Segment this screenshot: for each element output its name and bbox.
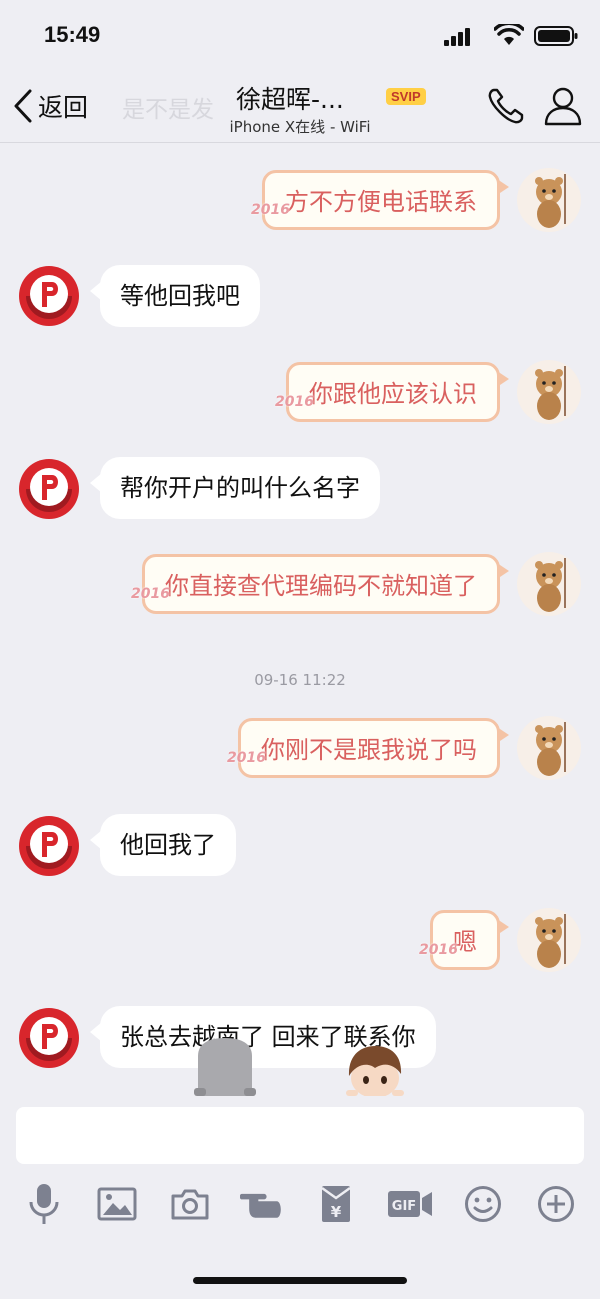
message-outgoing[interactable]: 方不方便电话联系 2016	[251, 170, 509, 230]
message-text: 方不方便电话联系	[285, 188, 477, 216]
contact-name[interactable]: 徐超晖-...	[236, 80, 344, 116]
signal-icon	[444, 28, 470, 46]
status-bar: 15:49	[0, 0, 600, 70]
message-incoming[interactable]: 他回我了	[90, 814, 236, 876]
message-timestamp: 09-16 11:22	[254, 671, 346, 689]
message-outgoing[interactable]: 嗯 2016	[419, 910, 509, 970]
camera-button[interactable]	[168, 1180, 212, 1228]
poke-hand-icon	[240, 1193, 281, 1218]
plus-icon	[538, 1186, 574, 1222]
voice-button[interactable]	[22, 1180, 66, 1228]
message-incoming[interactable]: 帮你开户的叫什么名字	[90, 457, 380, 519]
photo-button[interactable]	[95, 1180, 139, 1228]
my-avatar[interactable]	[517, 552, 581, 616]
bubble-decoration-text: 2016	[275, 394, 314, 410]
message-text: 帮你开户的叫什么名字	[120, 474, 360, 502]
microphone-icon	[29, 1184, 59, 1224]
message-text: 你直接查代理编码不就知道了	[165, 572, 477, 600]
my-avatar[interactable]	[517, 168, 581, 232]
profile-icon[interactable]	[544, 86, 582, 126]
phone-call-icon[interactable]	[486, 86, 526, 126]
emoji-icon	[465, 1186, 501, 1222]
contact-avatar-icon[interactable]	[18, 265, 80, 327]
gif-label: GIF	[392, 1199, 416, 1214]
bubble-decoration-text: 2016	[131, 586, 170, 602]
message-text: 你刚不是跟我说了吗	[261, 736, 477, 764]
emoji-button[interactable]	[461, 1180, 505, 1228]
bubble-decoration-text: 2016	[227, 750, 266, 766]
bear-avatar-icon	[535, 174, 566, 228]
message-text: 你跟他应该认识	[309, 380, 477, 408]
message-input[interactable]	[16, 1107, 584, 1164]
my-avatar[interactable]	[517, 360, 581, 424]
message-text: 等他回我吧	[120, 282, 240, 310]
contact-avatar-icon[interactable]	[18, 458, 80, 520]
red-packet-icon: ¥	[321, 1186, 351, 1222]
contact-avatar-icon[interactable]	[18, 1007, 80, 1069]
svip-badge: SVIP	[386, 88, 426, 105]
more-button[interactable]	[534, 1180, 578, 1228]
my-avatar[interactable]	[517, 716, 581, 780]
bubble-decoration-text: 2016	[419, 942, 458, 958]
bubble-decoration-text: 2016	[251, 202, 290, 218]
contact-avatar-icon[interactable]	[18, 815, 80, 877]
message-text: 他回我了	[120, 831, 216, 859]
status-time: 15:49	[44, 22, 101, 47]
bear-avatar-icon	[535, 366, 566, 420]
chat-header: 返回 是不是发 徐超晖-... SVIP iPhone X在线 - WiFi	[0, 70, 600, 143]
message-outgoing[interactable]: 你直接查代理编码不就知道了 2016	[131, 554, 509, 614]
yen-label: ¥	[331, 1203, 342, 1221]
gif-button[interactable]: GIF	[386, 1180, 434, 1228]
input-toolbar: ¥ GIF	[0, 1180, 600, 1232]
bear-avatar-icon	[535, 558, 566, 612]
my-avatar[interactable]	[517, 908, 581, 972]
bear-avatar-icon	[535, 722, 566, 776]
message-outgoing[interactable]: 你刚不是跟我说了吗 2016	[227, 718, 509, 778]
red-packet-button[interactable]: ¥	[314, 1180, 358, 1228]
bear-avatar-icon	[535, 914, 566, 968]
peeking-gray-character-icon	[194, 1038, 256, 1096]
camera-icon	[171, 1189, 209, 1220]
message-outgoing[interactable]: 你跟他应该认识 2016	[275, 362, 509, 422]
image-icon	[97, 1187, 137, 1221]
gif-icon: GIF	[388, 1191, 432, 1217]
home-indicator[interactable]	[193, 1277, 407, 1284]
poke-button[interactable]	[240, 1180, 284, 1228]
peeking-boy-character-icon	[346, 1046, 404, 1096]
battery-icon	[534, 26, 578, 46]
wifi-icon	[494, 24, 524, 45]
message-incoming[interactable]: 等他回我吧	[90, 265, 260, 327]
